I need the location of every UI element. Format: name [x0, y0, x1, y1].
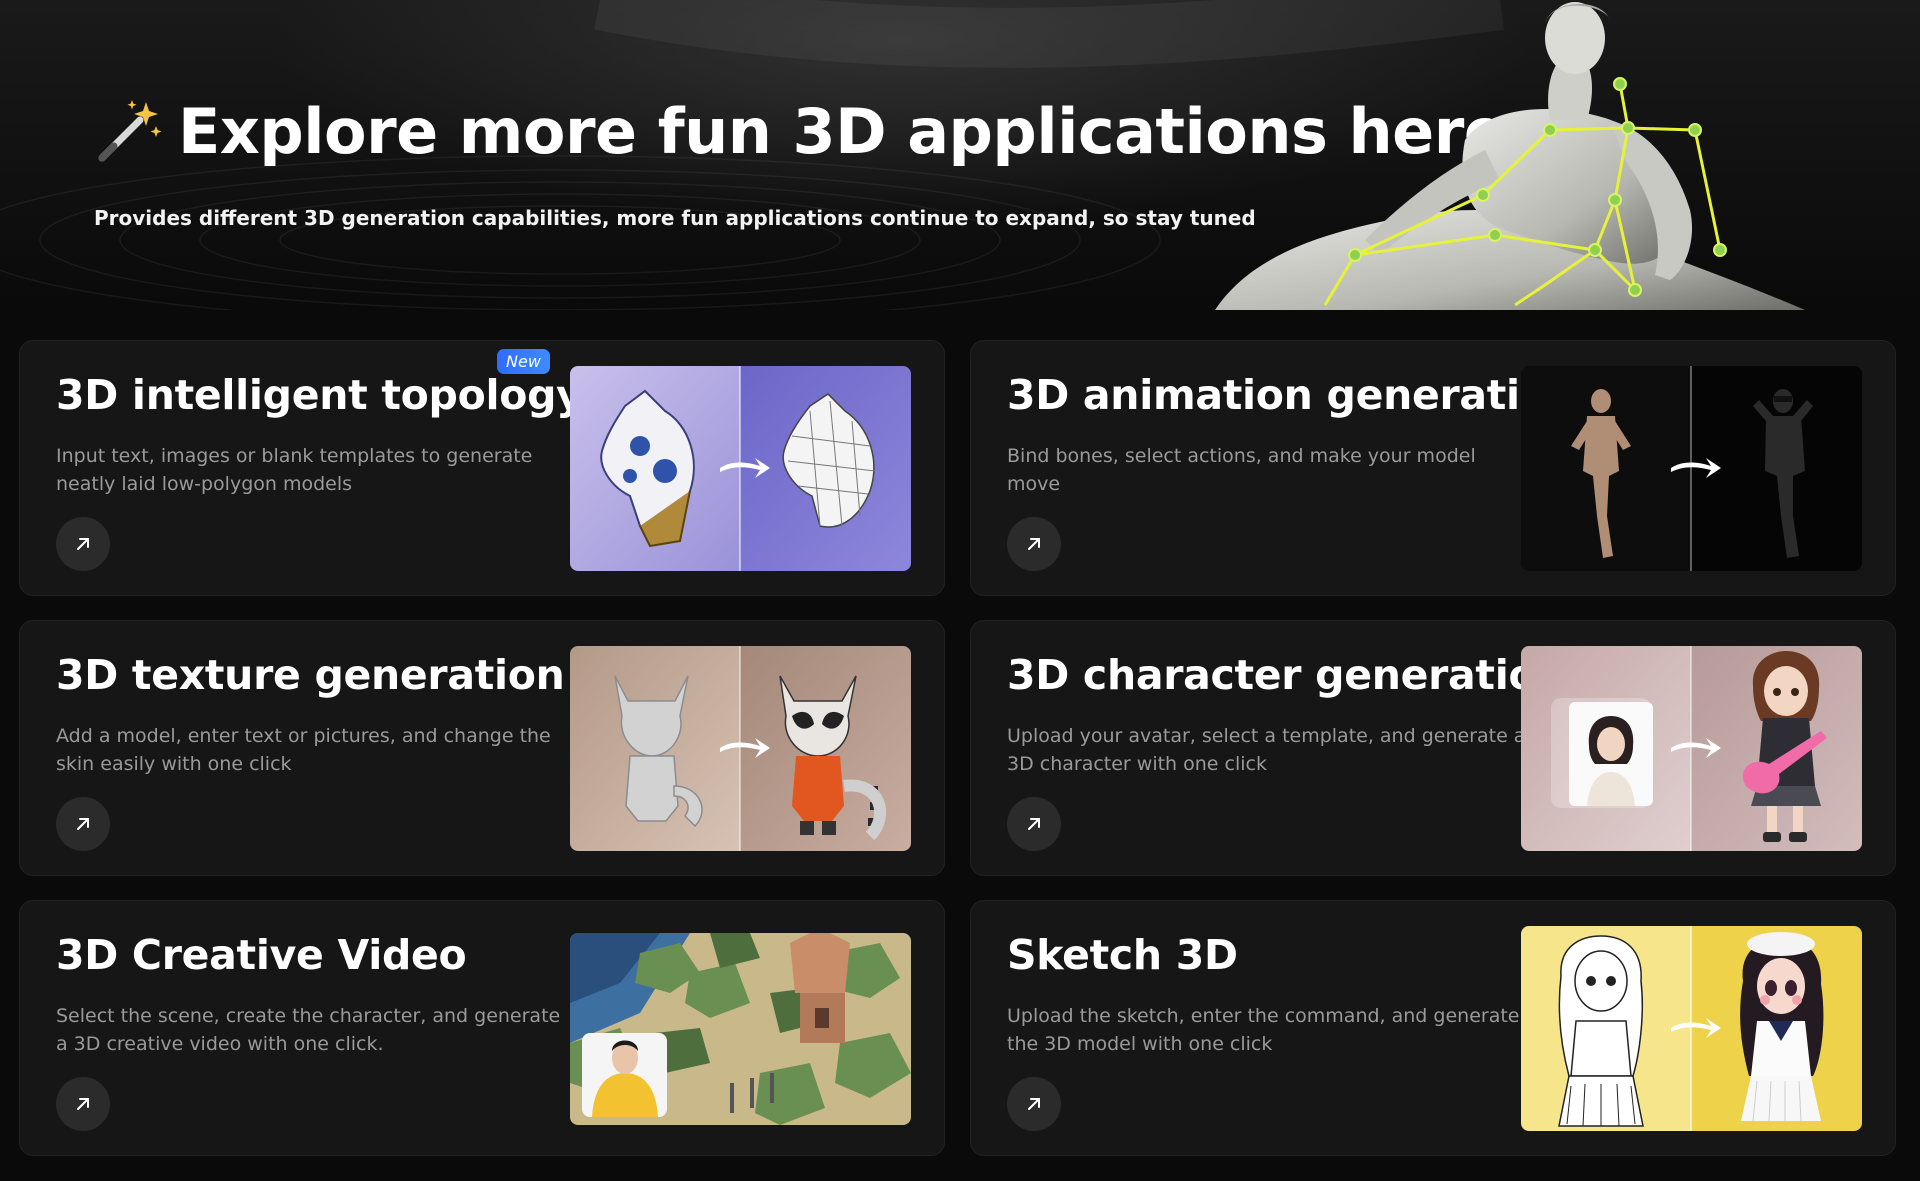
hero-banner: Explore more fun 3D applications here Pr…	[0, 0, 1920, 310]
card-intelligent-topology[interactable]: 3D intelligent topology New Input text, …	[19, 340, 945, 596]
open-character-button[interactable]	[1007, 797, 1061, 851]
card-description: Bind bones, select actions, and make you…	[1007, 445, 1476, 495]
arrow-up-right-icon	[1028, 538, 1040, 550]
card-description: Select the scene, create the character, …	[56, 1005, 561, 1055]
magic-wand-icon	[98, 100, 162, 162]
card-description: Upload your avatar, select a template, a…	[1007, 725, 1526, 775]
sketch-preview-image	[1521, 926, 1862, 1131]
arrow-up-right-icon	[1028, 818, 1040, 830]
card-description: Input text, images or blank templates to…	[56, 445, 533, 495]
texture-preview-image	[570, 646, 911, 851]
card-title: 3D character generation	[1007, 651, 1566, 699]
card-title: Sketch 3D	[1007, 931, 1238, 979]
topology-preview-image	[570, 366, 911, 571]
hero-subtitle: Provides different 3D generation capabil…	[94, 206, 1256, 230]
card-sketch-3d[interactable]: Sketch 3D Upload the sketch, enter the c…	[970, 900, 1896, 1156]
open-topology-button[interactable]	[56, 517, 110, 571]
card-character-generation[interactable]: 3D character generation Upload your avat…	[970, 620, 1896, 876]
card-title: 3D intelligent topology	[56, 371, 583, 419]
card-title: 3D animation generation	[1007, 371, 1577, 419]
open-sketch-3d-button[interactable]	[1007, 1077, 1061, 1131]
arrow-up-right-icon	[77, 538, 89, 550]
card-description: Upload the sketch, enter the command, an…	[1007, 1005, 1520, 1055]
new-badge: New	[497, 349, 550, 374]
character-preview-image	[1521, 646, 1862, 851]
open-texture-button[interactable]	[56, 797, 110, 851]
creative-video-preview-image	[570, 933, 911, 1125]
arrow-up-right-icon	[77, 818, 89, 830]
animation-preview-image	[1521, 366, 1862, 571]
open-creative-video-button[interactable]	[56, 1077, 110, 1131]
card-texture-generation[interactable]: 3D texture generation Add a model, enter…	[19, 620, 945, 876]
card-description: Add a model, enter text or pictures, and…	[56, 725, 551, 775]
arrow-up-right-icon	[1028, 1098, 1040, 1110]
open-animation-button[interactable]	[1007, 517, 1061, 571]
card-title: 3D Creative Video	[56, 931, 467, 979]
statue-skeleton-image	[1215, 2, 1805, 310]
card-animation-generation[interactable]: 3D animation generation Bind bones, sele…	[970, 340, 1896, 596]
card-title: 3D texture generation	[56, 651, 565, 699]
arrow-up-right-icon	[77, 1098, 89, 1110]
card-creative-video[interactable]: 3D Creative Video Select the scene, crea…	[19, 900, 945, 1156]
